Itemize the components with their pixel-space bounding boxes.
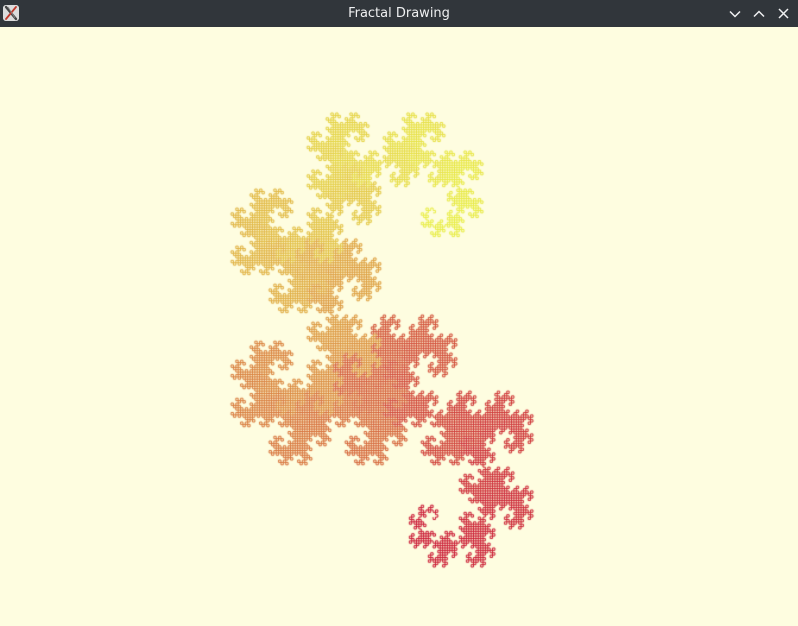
drawing-canvas-area <box>0 27 798 626</box>
title-bar[interactable]: Fractal Drawing <box>0 0 798 27</box>
app-window: Fractal Drawing <box>0 0 798 626</box>
window-title: Fractal Drawing <box>348 6 450 21</box>
chevron-up-icon <box>753 9 765 18</box>
minimize-button[interactable] <box>725 4 745 23</box>
dragon-curve-fractal <box>0 27 798 626</box>
close-icon <box>777 8 789 19</box>
chevron-down-icon <box>729 10 741 18</box>
close-button[interactable] <box>773 4 793 23</box>
x-app-icon[interactable] <box>3 5 19 21</box>
maximize-button[interactable] <box>749 4 769 23</box>
